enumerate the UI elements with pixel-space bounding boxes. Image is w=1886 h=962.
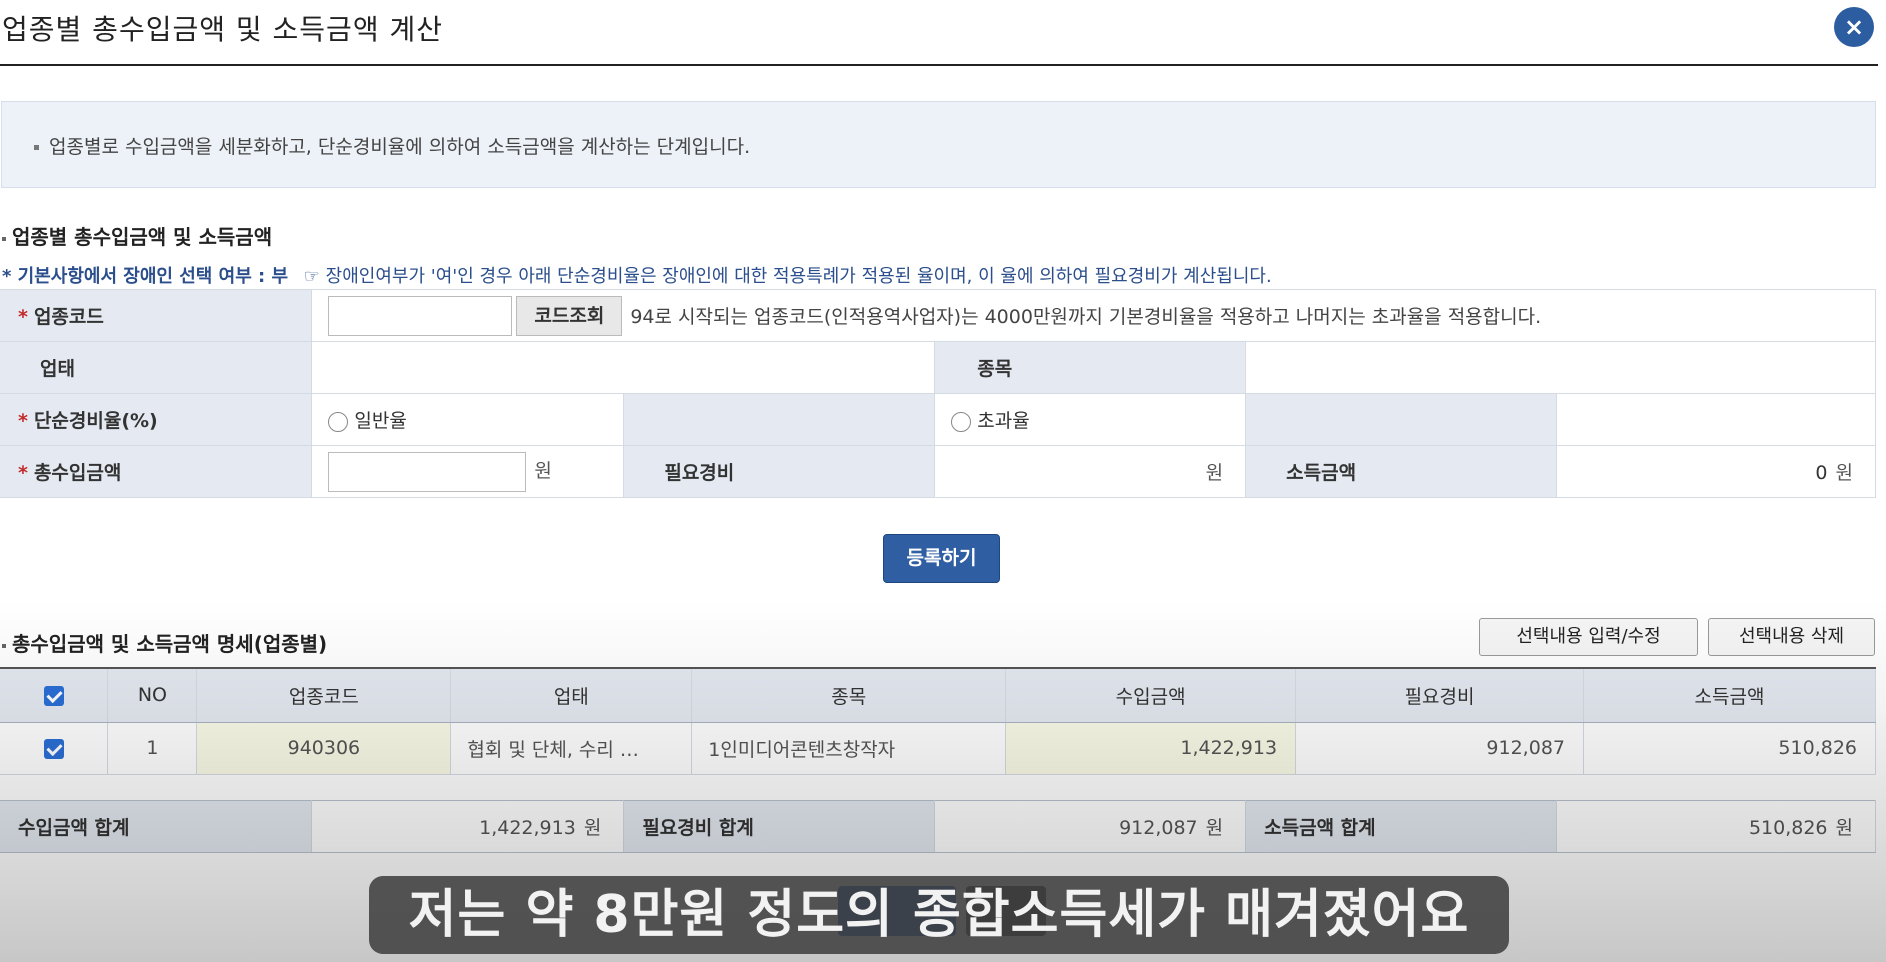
row-revenue: 1,422,913 <box>1005 722 1297 775</box>
row-expense: 912,087 <box>1295 722 1584 775</box>
header-expense: 필요경비 <box>1295 667 1584 723</box>
item-label: 종목 <box>934 341 1247 394</box>
total-expense-value: 912,087 <box>1119 817 1198 839</box>
row-income: 510,826 <box>1583 722 1876 775</box>
revenue-unit: 원 <box>534 460 552 482</box>
rate-general-label: 일반율 <box>354 410 407 432</box>
type-value <box>311 341 936 394</box>
required-icon: * <box>18 462 28 484</box>
income-detail-table: NO 업종코드 업태 종목 수입금액 필요경비 소득금액 1 940306 협회… <box>0 667 1876 775</box>
row-item: 1인미디어콘텐츠창작자 <box>691 722 1007 775</box>
info-text: 업종별로 수입금액을 세분화하고, 단순경비율에 의하여 소득금액을 계산하는 … <box>49 136 751 158</box>
form-row-revenue: * 총수입금액 원 필요경비 원 소득금액 0원 <box>0 445 1876 498</box>
bullet-icon <box>2 643 6 648</box>
total-revenue-label: 수입금액 합계 <box>0 800 313 853</box>
info-box: 업종별로 수입금액을 세분화하고, 단순경비율에 의하여 소득금액을 계산하는 … <box>1 101 1876 188</box>
total-expense-unit: 원 <box>1205 817 1224 839</box>
header-item: 종목 <box>691 667 1007 723</box>
total-income-unit: 원 <box>1835 817 1853 839</box>
close-button[interactable]: × <box>1834 7 1874 47</box>
totals-table: 수입금액 합계 1,422,913 원 필요경비 합계 912,087 원 소득금액… <box>0 800 1876 853</box>
rate-excess-label: 초과율 <box>977 410 1030 432</box>
revenue-label: 총수입금액 <box>33 462 122 484</box>
bullet-icon <box>34 145 39 150</box>
header-income: 소득금액 <box>1583 667 1876 723</box>
form-row-rate: * 단순경비율(%) 일반율 초과율 <box>0 393 1876 446</box>
row-code: 940306 <box>196 722 452 775</box>
header-type: 업태 <box>450 667 693 723</box>
edit-selected-button[interactable]: 선택내용 입력/수정 <box>1479 618 1698 656</box>
delete-selected-button[interactable]: 선택내용 삭제 <box>1708 618 1875 656</box>
video-subtitle: 저는 약 8만원 정도의 종합소득세가 매겨졌어요 <box>369 876 1509 954</box>
section-title-details: 총수입금액 및 소득금액 명세(업종별) <box>2 628 327 657</box>
revenue-input[interactable] <box>328 451 527 492</box>
income-value: 0 <box>1815 462 1828 484</box>
pointing-hand-icon: ☞ <box>303 266 320 287</box>
total-income-value: 510,826 <box>1748 817 1828 839</box>
income-form: * 업종코드 코드조회 94로 시작되는 업종코드(인적용역사업자)는 4000만원… <box>0 289 1876 498</box>
rate-excess-value <box>1245 393 1558 446</box>
rate-general-radio[interactable] <box>328 411 349 432</box>
row-no: 1 <box>107 722 198 775</box>
income-label: 소득금액 <box>1245 445 1558 498</box>
item-value <box>1245 341 1876 394</box>
code-lookup-button[interactable]: 코드조회 <box>516 295 623 336</box>
business-code-input[interactable] <box>328 295 513 336</box>
business-code-note: 94로 시작되는 업종코드(인적용역사업자)는 4000만원까지 기본경비율을 … <box>630 306 1542 328</box>
disability-notice: * 기본사항에서 장애인 선택 여부 : 부 ☞ 장애인여부가 '여'인 경우 … <box>2 262 1272 288</box>
row-checkbox[interactable] <box>43 738 64 759</box>
select-all-checkbox[interactable] <box>43 685 64 706</box>
disability-notice-text: 장애인여부가 '여'인 경우 아래 단순경비율은 장애인에 대한 적용특례가 적… <box>325 266 1272 287</box>
type-label: 업태 <box>0 341 313 394</box>
total-revenue-unit: 원 <box>583 817 602 839</box>
table-header: NO 업종코드 업태 종목 수입금액 필요경비 소득금액 <box>0 667 1876 723</box>
rate-general-value <box>623 393 936 446</box>
title-divider <box>0 64 1878 66</box>
header-code: 업종코드 <box>196 667 452 723</box>
row-type: 협회 및 단체, 수리 … <box>450 722 693 775</box>
required-icon: * <box>18 410 28 432</box>
bullet-icon <box>2 236 6 241</box>
total-expense-label: 필요경비 합계 <box>623 800 936 853</box>
close-icon: × <box>1843 13 1865 41</box>
disability-status: * 기본사항에서 장애인 선택 여부 : 부 <box>2 266 289 287</box>
expense-label: 필요경비 <box>623 445 936 498</box>
dialog-title: 업종별 총수입금액 및 소득금액 계산 <box>2 13 444 46</box>
register-button[interactable]: 등록하기 <box>883 534 1000 583</box>
section-title-income: 업종별 총수입금액 및 소득금액 <box>2 221 272 250</box>
table-row[interactable]: 1 940306 협회 및 단체, 수리 … 1인미디어콘텐츠창작자 1,422… <box>0 722 1876 775</box>
income-unit: 원 <box>1835 462 1853 484</box>
expense-unit: 원 <box>1205 462 1224 484</box>
total-income-label: 소득금액 합계 <box>1245 800 1558 853</box>
rate-label: 단순경비율(%) <box>33 410 158 432</box>
form-row-business-code: * 업종코드 코드조회 94로 시작되는 업종코드(인적용역사업자)는 4000만원… <box>0 289 1876 342</box>
tax-calculation-dialog: 업종별 총수입금액 및 소득금액 계산 × 업종별로 수입금액을 세분화하고, … <box>0 0 1886 962</box>
business-code-label: 업종코드 <box>33 306 104 328</box>
rate-excess-radio[interactable] <box>951 411 972 432</box>
totals-row: 수입금액 합계 1,422,913 원 필요경비 합계 912,087 원 소득금액… <box>0 800 1876 853</box>
form-row-type: 업태 종목 <box>0 341 1876 394</box>
required-icon: * <box>18 306 28 328</box>
total-revenue-value: 1,422,913 <box>479 817 576 839</box>
header-no: NO <box>107 667 198 723</box>
header-revenue: 수입금액 <box>1005 667 1297 723</box>
